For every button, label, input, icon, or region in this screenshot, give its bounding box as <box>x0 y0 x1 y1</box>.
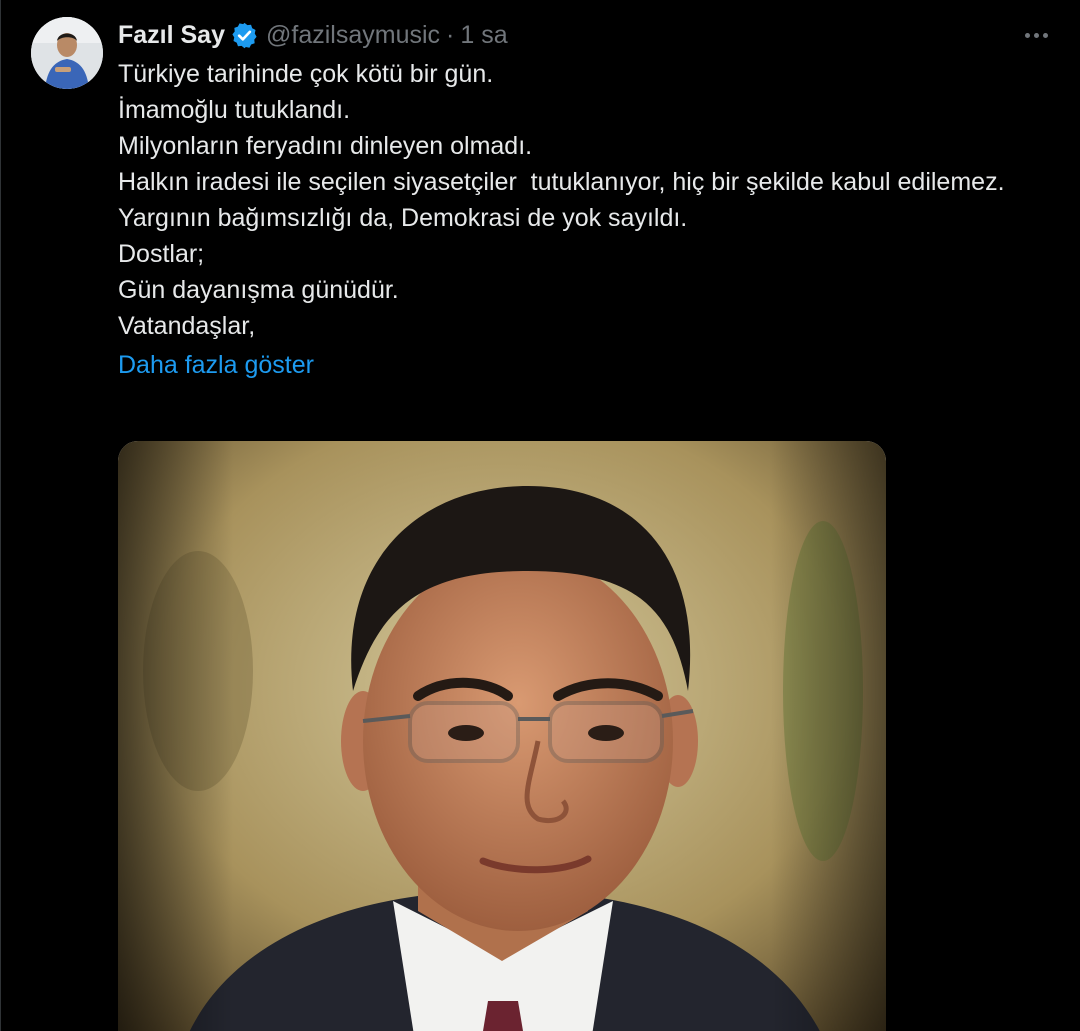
tweet-line: İmamoğlu tutuklandı. <box>118 96 351 124</box>
tweet-line: Yargının bağımsızlığı da, Demokrasi de y… <box>118 204 688 232</box>
portrait-photo <box>118 441 886 1031</box>
tweet-media-photo[interactable] <box>118 441 886 1031</box>
verified-badge-icon[interactable] <box>230 21 259 50</box>
more-options-icon[interactable] <box>1019 20 1053 50</box>
show-more-link[interactable]: Daha fazla göster <box>118 347 1008 383</box>
tweet-line: Dostlar; <box>118 240 205 268</box>
tweet-line: Türkiye tarihinde çok kötü bir gün. <box>118 60 494 88</box>
tweet-line: Gün dayanışma günüdür. <box>118 276 399 304</box>
tweet-header: Fazıl Say @fazilsaymusic · 1 sa <box>118 18 508 52</box>
timestamp[interactable]: 1 sa <box>460 18 507 52</box>
tweet[interactable]: Fazıl Say @fazilsaymusic · 1 sa Türkiye … <box>0 0 1080 1031</box>
avatar-image <box>31 17 103 89</box>
avatar[interactable] <box>31 17 103 89</box>
tweet-line: Milyonların feryadını dinleyen olmadı. <box>118 132 533 160</box>
tweet-text: Türkiye tarihinde çok kötü bir gün. İmam… <box>118 56 1008 383</box>
display-name[interactable]: Fazıl Say <box>118 18 225 52</box>
tweet-line: Halkın iradesi ile seçilen siyasetçiler … <box>118 168 1005 196</box>
separator-dot: · <box>446 21 455 49</box>
user-handle[interactable]: @fazilsaymusic <box>266 18 440 52</box>
tweet-line: Vatandaşlar, <box>118 312 256 340</box>
